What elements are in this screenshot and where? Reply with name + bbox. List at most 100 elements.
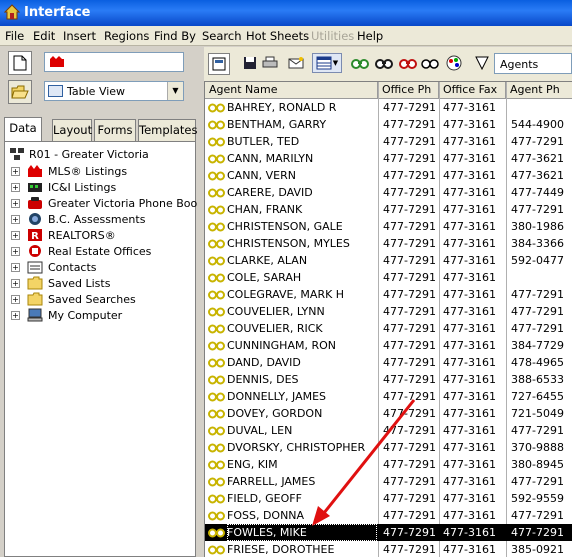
table-row[interactable]: DONNELLY, JAMES 477-7291 477-3161 727-6455 — [205, 388, 572, 405]
cell-office-fax: 477-3161 — [443, 288, 496, 301]
table-row[interactable]: ENG, KIM 477-7291 477-3161 380-8945 — [205, 456, 572, 473]
expand-icon[interactable]: + — [11, 295, 20, 304]
table-row[interactable]: DVORSKY, CHRISTOPHER 477-7291 477-3161 370-… — [205, 439, 572, 456]
agent-glasses-icon — [208, 460, 225, 470]
menu-hot-sheets[interactable]: Hot Sheets — [246, 29, 309, 43]
find-next-button[interactable] — [374, 53, 394, 73]
print-button[interactable] — [260, 53, 280, 73]
cell-agent-name: FIELD, GEOFF — [227, 492, 302, 505]
cell-office-fax: 477-3161 — [443, 305, 496, 318]
cell-office-ph: 477-7291 — [383, 322, 436, 335]
ici-icon — [28, 183, 42, 192]
cell-office-ph: 477-7291 — [383, 441, 436, 454]
menu-file[interactable]: File — [5, 29, 24, 43]
mls-icon — [28, 165, 42, 177]
open-button[interactable] — [8, 80, 32, 104]
table-view-button[interactable]: ▼ — [312, 53, 342, 73]
tab-data[interactable]: Data — [4, 117, 42, 141]
cell-office-ph: 477-7291 — [383, 356, 436, 369]
table-row[interactable]: FIELD, GEOFF 477-7291 477-3161 592-9559 — [205, 490, 572, 507]
table-row[interactable]: FOSS, DONNA 477-7291 477-3161 477-7291 — [205, 507, 572, 524]
table-row[interactable]: BENTHAM, GARRY 477-7291 477-3161 544-4900 — [205, 116, 572, 133]
menu-help[interactable]: Help — [357, 29, 383, 43]
tab-templates[interactable]: Templates — [138, 119, 197, 141]
cell-agent-name: COLE, SARAH — [227, 271, 302, 284]
table-row[interactable]: CANN, VERN 477-7291 477-3161 477-3621 — [205, 167, 572, 184]
expand-icon[interactable]: + — [11, 279, 20, 288]
find-red-button[interactable] — [398, 53, 418, 73]
table-row[interactable]: DOVEY, GORDON 477-7291 477-3161 721-5049 — [205, 405, 572, 422]
cell-agent-ph: 385-0921 — [511, 543, 564, 556]
cell-office-fax: 477-3161 — [443, 237, 496, 250]
find-button[interactable] — [350, 53, 370, 73]
menu-find-by[interactable]: Find By — [154, 29, 196, 43]
tab-forms[interactable]: Forms — [94, 119, 136, 141]
tab-layout[interactable]: Layout — [52, 119, 92, 141]
table-row[interactable]: DUVAL, LEN 477-7291 477-3161 477-7291 — [205, 422, 572, 439]
table-row[interactable]: CARERE, DAVID 477-7291 477-3161 477-7449 — [205, 184, 572, 201]
view-combo[interactable]: Table View ▼ — [44, 81, 184, 101]
menu-edit[interactable]: Edit — [33, 29, 55, 43]
agent-glasses-icon — [208, 511, 225, 521]
table-row[interactable]: CHRISTENSON, MYLES 477-7291 477-3161 384-33… — [205, 235, 572, 252]
expand-icon[interactable]: + — [11, 199, 20, 208]
agent-glasses-icon — [208, 137, 225, 147]
table-row[interactable]: CUNNINGHAM, RON 477-7291 477-3161 384-7729 — [205, 337, 572, 354]
table-row[interactable]: COLEGRAVE, MARK H 477-7291 477-3161 477-729… — [205, 286, 572, 303]
table-row[interactable]: CANN, MARILYN 477-7291 477-3161 477-3621 — [205, 150, 572, 167]
table-row[interactable]: COUVELIER, RICK 477-7291 477-3161 477-7291 — [205, 320, 572, 337]
expand-icon[interactable]: + — [11, 167, 20, 176]
table-row[interactable]: CHRISTENSON, GALE 477-7291 477-3161 380-198… — [205, 218, 572, 235]
menu-regions[interactable]: Regions — [104, 29, 149, 43]
table-row[interactable]: COLE, SARAH 477-7291 477-3161 — [205, 269, 572, 286]
expand-icon[interactable]: + — [11, 215, 20, 224]
column-header-office-fax[interactable]: Office Fax — [439, 82, 506, 99]
expand-icon[interactable]: + — [11, 231, 20, 240]
expand-icon[interactable]: + — [11, 311, 20, 320]
expand-icon[interactable]: + — [11, 183, 20, 192]
save-button[interactable] — [240, 53, 260, 73]
cell-office-fax: 477-3161 — [443, 390, 496, 403]
table-row[interactable]: CHAN, FRANK 477-7291 477-3161 477-7291 — [205, 201, 572, 218]
expand-icon[interactable]: + — [11, 263, 20, 272]
cell-agent-name: CUNNINGHAM, RON — [227, 339, 336, 352]
tree-item-label: Greater Victoria Phone Book — [48, 197, 204, 210]
region-field[interactable] — [44, 52, 184, 72]
computer-icon — [27, 308, 43, 322]
cell-agent-ph: 477-7291 — [511, 135, 564, 148]
table-row[interactable]: CLARKE, ALAN 477-7291 477-3161 592-0477 — [205, 252, 572, 269]
table-row[interactable]: BUTLER, TED 477-7291 477-3161 477-7291 — [205, 133, 572, 150]
column-header-agent-name[interactable]: Agent Name — [205, 82, 378, 99]
new-button[interactable] — [8, 51, 32, 75]
assessment-icon — [29, 213, 41, 225]
color-button[interactable] — [444, 53, 464, 73]
table-row[interactable]: FRIESE, DOROTHEE 477-7291 477-3161 385-0921 — [205, 541, 572, 557]
table-row[interactable]: FARRELL, JAMES 477-7291 477-3161 477-7291 — [205, 473, 572, 490]
tree-item-label: REALTORS® — [48, 229, 116, 242]
column-header-office-ph[interactable]: Office Ph — [378, 82, 439, 99]
filter-button[interactable] — [472, 53, 492, 73]
cell-agent-ph: 477-7291 — [511, 288, 564, 301]
table-row[interactable]: BAHREY, RONALD R 477-7291 477-3161 — [205, 99, 572, 116]
table-row[interactable]: DAND, DAVID 477-7291 477-3161 478-4965 — [205, 354, 572, 371]
agents-table: Agent Name Office Ph Office Fax Agent Ph… — [204, 81, 572, 557]
email-button[interactable] — [286, 53, 306, 73]
table-row[interactable]: COUVELIER, LYNN 477-7291 477-3161 477-7291 — [205, 303, 572, 320]
record-type-combo[interactable]: Agents — [494, 53, 572, 74]
find-all-button[interactable] — [420, 53, 440, 73]
binoculars-icon — [351, 59, 369, 69]
menu-search[interactable]: Search — [202, 29, 242, 43]
tree-item-label: Real Estate Offices — [48, 245, 152, 258]
column-header-agent-ph[interactable]: Agent Ph — [506, 82, 572, 99]
cell-office-ph: 477-7291 — [383, 390, 436, 403]
chevron-down-icon[interactable]: ▼ — [167, 82, 183, 100]
menu-insert[interactable]: Insert — [63, 29, 96, 43]
table-row[interactable]: FOWLES, MIKE 477-7291 477-3161 477-7291 — [205, 524, 572, 541]
cell-agent-ph: 384-3366 — [511, 237, 564, 250]
realtor-icon: R — [28, 229, 42, 242]
cell-office-fax: 477-3161 — [443, 152, 496, 165]
table-row[interactable]: DENNIS, DES 477-7291 477-3161 388-6533 — [205, 371, 572, 388]
expand-icon[interactable]: + — [11, 247, 20, 256]
layout-button[interactable] — [208, 53, 230, 75]
svg-text:R: R — [31, 231, 39, 242]
